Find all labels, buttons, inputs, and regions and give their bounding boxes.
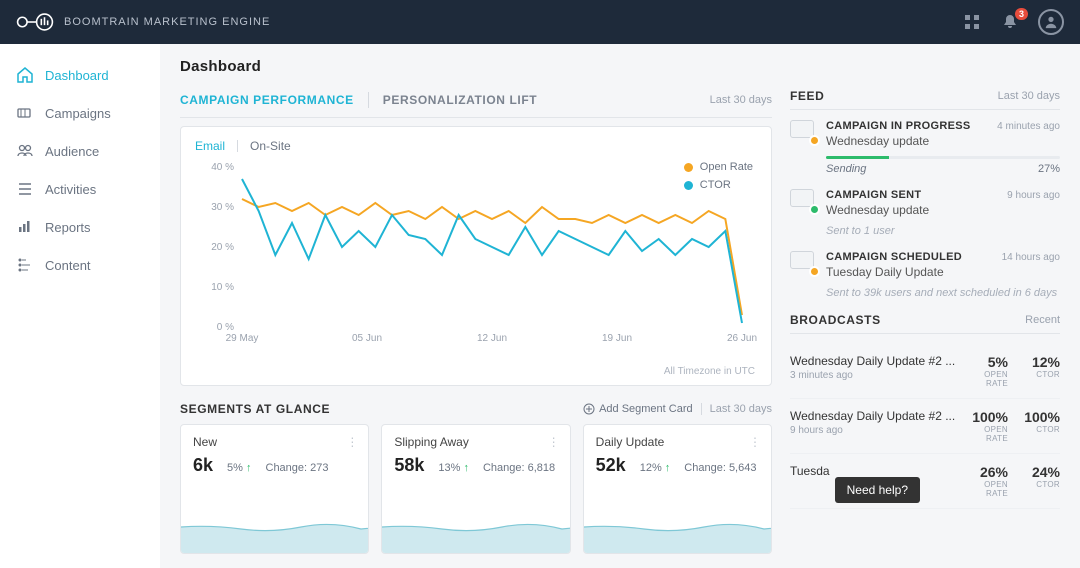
envelope-icon — [790, 189, 816, 211]
segments-title: SEGMENTS AT GLANCE — [180, 402, 330, 416]
list-icon — [16, 180, 34, 198]
broadcasts-title: BROADCASTS — [790, 313, 881, 327]
svg-text:10 %: 10 % — [211, 282, 234, 293]
broadcast-name: Wednesday Daily Update #2 ... — [790, 354, 956, 368]
help-button[interactable]: Need help? — [835, 477, 920, 503]
up-arrow-icon: ↑ — [246, 462, 252, 474]
feed-status: CAMPAIGN SCHEDULED — [826, 251, 962, 263]
nav-label: Activities — [45, 182, 96, 197]
notification-badge: 3 — [1015, 8, 1028, 20]
logo-icon — [16, 10, 54, 34]
feed-time: 4 minutes ago — [997, 121, 1060, 132]
chart-icon — [16, 218, 34, 236]
notifications-icon[interactable]: 3 — [1000, 12, 1020, 32]
segment-card[interactable]: Daily Update⋮52k12% ↑Change: 5,643 — [583, 424, 772, 554]
progress-bar — [826, 156, 1060, 159]
segments-range: Last 30 days — [710, 403, 772, 415]
performance-range: Last 30 days — [710, 94, 772, 106]
legend-item: CTOR — [684, 179, 753, 191]
feed-item[interactable]: CAMPAIGN SCHEDULED 14 hours ago Tuesday Da… — [790, 251, 1060, 299]
feed-title: FEED — [790, 89, 824, 103]
segment-card[interactable]: New⋮6k5% ↑Change: 273 — [180, 424, 369, 554]
tab-personalization-lift[interactable]: PERSONALIZATION LIFT — [383, 89, 537, 111]
segment-name: New — [193, 435, 356, 449]
feed-item[interactable]: CAMPAIGN SENT 9 hours ago Wednesday update… — [790, 189, 1060, 237]
feed-campaign-name: Tuesday Daily Update — [826, 265, 1060, 279]
tree-icon — [16, 256, 34, 274]
brand-text: BOOMTRAIN MARKETING ENGINE — [64, 16, 270, 28]
topbar: BOOMTRAIN MARKETING ENGINE 3 — [0, 0, 1080, 44]
sidebar-item-reports[interactable]: Reports — [0, 208, 160, 246]
apps-icon[interactable] — [962, 12, 982, 32]
subtab-on-site[interactable]: On-Site — [250, 139, 291, 153]
sidebar-item-audience[interactable]: Audience — [0, 132, 160, 170]
broadcast-item[interactable]: Wednesday Daily Update #2 ... 9 hours ago… — [790, 399, 1060, 454]
segment-name: Slipping Away — [394, 435, 557, 449]
segment-menu-icon[interactable]: ⋮ — [749, 435, 761, 449]
envelope-icon — [790, 251, 816, 273]
segment-menu-icon[interactable]: ⋮ — [346, 435, 358, 449]
svg-text:30 %: 30 % — [211, 202, 234, 213]
nav-label: Dashboard — [45, 68, 109, 83]
broadcast-time: 3 minutes ago — [790, 370, 956, 381]
feed-status: CAMPAIGN SENT — [826, 189, 921, 201]
segment-menu-icon[interactable]: ⋮ — [548, 435, 560, 449]
segment-value: 58k — [394, 455, 424, 476]
feed-campaign-name: Wednesday update — [826, 134, 1060, 148]
sidebar-item-dashboard[interactable]: Dashboard — [0, 56, 160, 94]
svg-text:0 %: 0 % — [217, 322, 234, 333]
svg-text:12 Jun: 12 Jun — [477, 333, 507, 344]
feed-range: Last 30 days — [998, 90, 1060, 102]
nav-label: Campaigns — [45, 106, 111, 121]
feed-subtext: Sent to 39k users and next scheduled in … — [826, 287, 1060, 299]
tab-campaign-performance[interactable]: CAMPAIGN PERFORMANCE — [180, 89, 354, 111]
timezone-note: All Timezone in UTC — [664, 366, 755, 377]
svg-text:19 Jun: 19 Jun — [602, 333, 632, 344]
performance-chart-card: Email On-Site Open Rate CTOR 0 % 10 % 20 % 30… — [180, 126, 772, 386]
home-icon — [16, 66, 34, 84]
legend-item: Open Rate — [684, 161, 753, 173]
segment-name: Daily Update — [596, 435, 759, 449]
performance-header: CAMPAIGN PERFORMANCE PERSONALIZATION LIFT… — [180, 89, 772, 118]
segment-value: 6k — [193, 455, 213, 476]
sidebar: Dashboard Campaigns Audience Activities Repo… — [0, 44, 160, 568]
sidebar-item-activities[interactable]: Activities — [0, 170, 160, 208]
broadcast-name: Tuesda — [790, 464, 956, 478]
svg-text:26 Jun: 26 Jun — [727, 333, 757, 344]
megaphone-icon — [16, 104, 34, 122]
feed-time: 14 hours ago — [1002, 252, 1060, 263]
svg-text:20 %: 20 % — [211, 242, 234, 253]
page-title: Dashboard — [180, 58, 1060, 75]
sidebar-item-content[interactable]: Content — [0, 246, 160, 284]
subtab-email[interactable]: Email — [195, 139, 225, 153]
feed-item[interactable]: CAMPAIGN IN PROGRESS 4 minutes ago Wednesd… — [790, 120, 1060, 175]
feed-campaign-name: Wednesday update — [826, 203, 1060, 217]
svg-text:29 May: 29 May — [226, 333, 259, 344]
broadcast-item[interactable]: Wednesday Daily Update #2 ... 3 minutes a… — [790, 344, 1060, 399]
up-arrow-icon: ↑ — [665, 462, 671, 474]
people-icon — [16, 142, 34, 160]
nav-label: Content — [45, 258, 91, 273]
brand-logo[interactable]: BOOMTRAIN MARKETING ENGINE — [16, 10, 270, 34]
add-segment-button[interactable]: Add Segment Card — [583, 403, 693, 415]
broadcast-item[interactable]: Tuesda26%OPEN RATE24%CTOR — [790, 454, 1060, 509]
feed-subtext: Sent to 1 user — [826, 225, 1060, 237]
performance-chart: 0 % 10 % 20 % 30 % 40 % 29 May 05 Jun 12 Jun 19 … — [195, 159, 757, 349]
segment-card[interactable]: Slipping Away⋮58k13% ↑Change: 6,818 — [381, 424, 570, 554]
envelope-icon — [790, 120, 816, 142]
nav-label: Audience — [45, 144, 99, 159]
svg-text:05 Jun: 05 Jun — [352, 333, 382, 344]
svg-text:40 %: 40 % — [211, 162, 234, 173]
sidebar-item-campaigns[interactable]: Campaigns — [0, 94, 160, 132]
broadcast-name: Wednesday Daily Update #2 ... — [790, 409, 956, 423]
user-avatar[interactable] — [1038, 9, 1064, 35]
up-arrow-icon: ↑ — [463, 462, 469, 474]
broadcast-time: 9 hours ago — [790, 425, 956, 436]
broadcasts-range: Recent — [1025, 314, 1060, 326]
feed-status: CAMPAIGN IN PROGRESS — [826, 120, 971, 132]
segment-value: 52k — [596, 455, 626, 476]
nav-label: Reports — [45, 220, 91, 235]
feed-time: 9 hours ago — [1007, 190, 1060, 201]
